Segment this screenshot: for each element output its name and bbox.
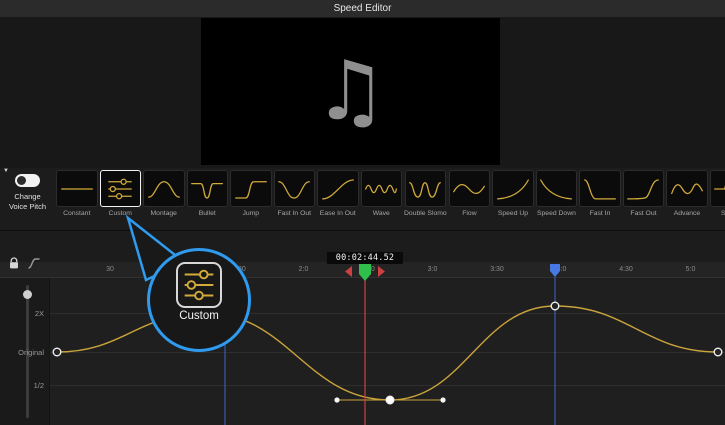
- preset-constant[interactable]: Constant: [56, 170, 98, 228]
- curve-canvas[interactable]: [0, 278, 725, 425]
- toggle-knob: [17, 176, 26, 185]
- curve-mode-button[interactable]: [27, 257, 41, 275]
- preset-label: Speed Down: [537, 210, 576, 217]
- preset-speed-up-curve-icon: [492, 170, 534, 207]
- preset-label: Ease In Out: [320, 210, 356, 217]
- preset-label: Fast In: [590, 210, 611, 217]
- ruler-label: 4:0: [557, 266, 567, 273]
- preset-fast-in-curve-icon: [579, 170, 621, 207]
- row-label-2x: 2X: [35, 309, 44, 318]
- voice-pitch-control: Change Voice Pitch: [0, 174, 55, 212]
- preset-advance-curve-icon: [666, 170, 708, 207]
- preview-area: ♫: [0, 17, 725, 168]
- preset-speed-down-curve-icon: [536, 170, 578, 207]
- preset-fast-out-curve-icon: [623, 170, 665, 207]
- preset-speed-down[interactable]: Speed Down: [536, 170, 578, 228]
- preset-fast-in[interactable]: Fast In: [579, 170, 621, 228]
- preset-jump-curve-icon: [230, 170, 272, 207]
- preset-label: Speed Up: [498, 210, 528, 217]
- preset-bullet-curve-icon: [187, 170, 229, 207]
- vertical-zoom-knob[interactable]: [23, 290, 32, 299]
- preset-double-slomo-curve-icon: [405, 170, 447, 207]
- row-label-1-2: 1/2: [34, 381, 44, 390]
- timeline-ruler[interactable]: 301:01:302:02:303:03:304:04:305:0: [0, 262, 725, 278]
- preset-constant-curve-icon: [56, 170, 98, 207]
- custom-preset-callout: Custom: [147, 248, 251, 352]
- voice-pitch-label: Change Voice Pitch: [0, 192, 55, 212]
- speed-editor-window: Speed Editor ♫ ▼ Change Voice Pitch Cons…: [0, 0, 725, 425]
- preset-label: Shock: [721, 210, 725, 217]
- preset-shock[interactable]: Shock: [710, 170, 725, 228]
- ruler-label: 5:0: [686, 266, 696, 273]
- voice-pitch-toggle[interactable]: [15, 174, 40, 187]
- ruler-label: 30: [106, 266, 114, 273]
- lock-button[interactable]: [8, 257, 20, 275]
- collapse-panel-arrow-icon[interactable]: ▼: [3, 168, 9, 174]
- preset-label: Advance: [674, 210, 700, 217]
- ruler-label: 3:0: [428, 266, 438, 273]
- preset-label: Wave: [373, 210, 390, 217]
- preset-fast-in-out[interactable]: Fast In Out: [274, 170, 316, 228]
- window-title: Speed Editor: [334, 3, 392, 14]
- custom-sliders-icon: [176, 262, 222, 308]
- preset-label: Double Slomo: [404, 210, 447, 217]
- ruler-label: 2:0: [299, 266, 309, 273]
- row-label-original: Original: [18, 348, 44, 357]
- preset-label: Flow: [462, 210, 476, 217]
- preset-flow[interactable]: Flow: [449, 170, 491, 228]
- row-label-column: 2X Original 1/2: [0, 278, 50, 425]
- ruler-label: 2:30: [361, 266, 375, 273]
- music-note-icon: ♫: [314, 51, 388, 133]
- preset-montage-curve-icon: [143, 170, 185, 207]
- preset-advance[interactable]: Advance: [666, 170, 708, 228]
- preset-custom-curve-icon: [100, 170, 142, 207]
- preset-wave[interactable]: Wave: [361, 170, 403, 228]
- preset-double-slomo[interactable]: Double Slomo: [404, 170, 447, 228]
- current-time-display: 00:02:44.52: [327, 252, 403, 264]
- current-time-value: 00:02:44.52: [336, 253, 395, 263]
- preset-ease-in-out[interactable]: Ease In Out: [317, 170, 359, 228]
- ruler-label: 3:30: [490, 266, 504, 273]
- preset-speed-up[interactable]: Speed Up: [492, 170, 534, 228]
- callout-label: Custom: [179, 310, 219, 322]
- preset-jump[interactable]: Jump: [230, 170, 272, 228]
- preset-ease-in-out-curve-icon: [317, 170, 359, 207]
- preset-label: Bullet: [199, 210, 216, 217]
- ruler-label: 4:30: [619, 266, 633, 273]
- preset-label: Fast Out: [630, 210, 656, 217]
- gridline: [50, 352, 725, 353]
- voice-pitch-label-line2: Voice Pitch: [9, 202, 46, 211]
- preset-label: Fast In Out: [277, 210, 311, 217]
- video-preview: ♫: [201, 18, 500, 165]
- gridline: [50, 385, 725, 386]
- preset-fast-in-out-curve-icon: [274, 170, 316, 207]
- title-bar: Speed Editor: [0, 0, 725, 17]
- preset-wave-curve-icon: [361, 170, 403, 207]
- preset-label: Jump: [242, 210, 259, 217]
- preset-label: Constant: [63, 210, 90, 217]
- preset-flow-curve-icon: [449, 170, 491, 207]
- voice-pitch-label-line1: Change: [14, 192, 40, 201]
- preset-fast-out[interactable]: Fast Out: [623, 170, 665, 228]
- preset-shock-curve-icon: [710, 170, 725, 207]
